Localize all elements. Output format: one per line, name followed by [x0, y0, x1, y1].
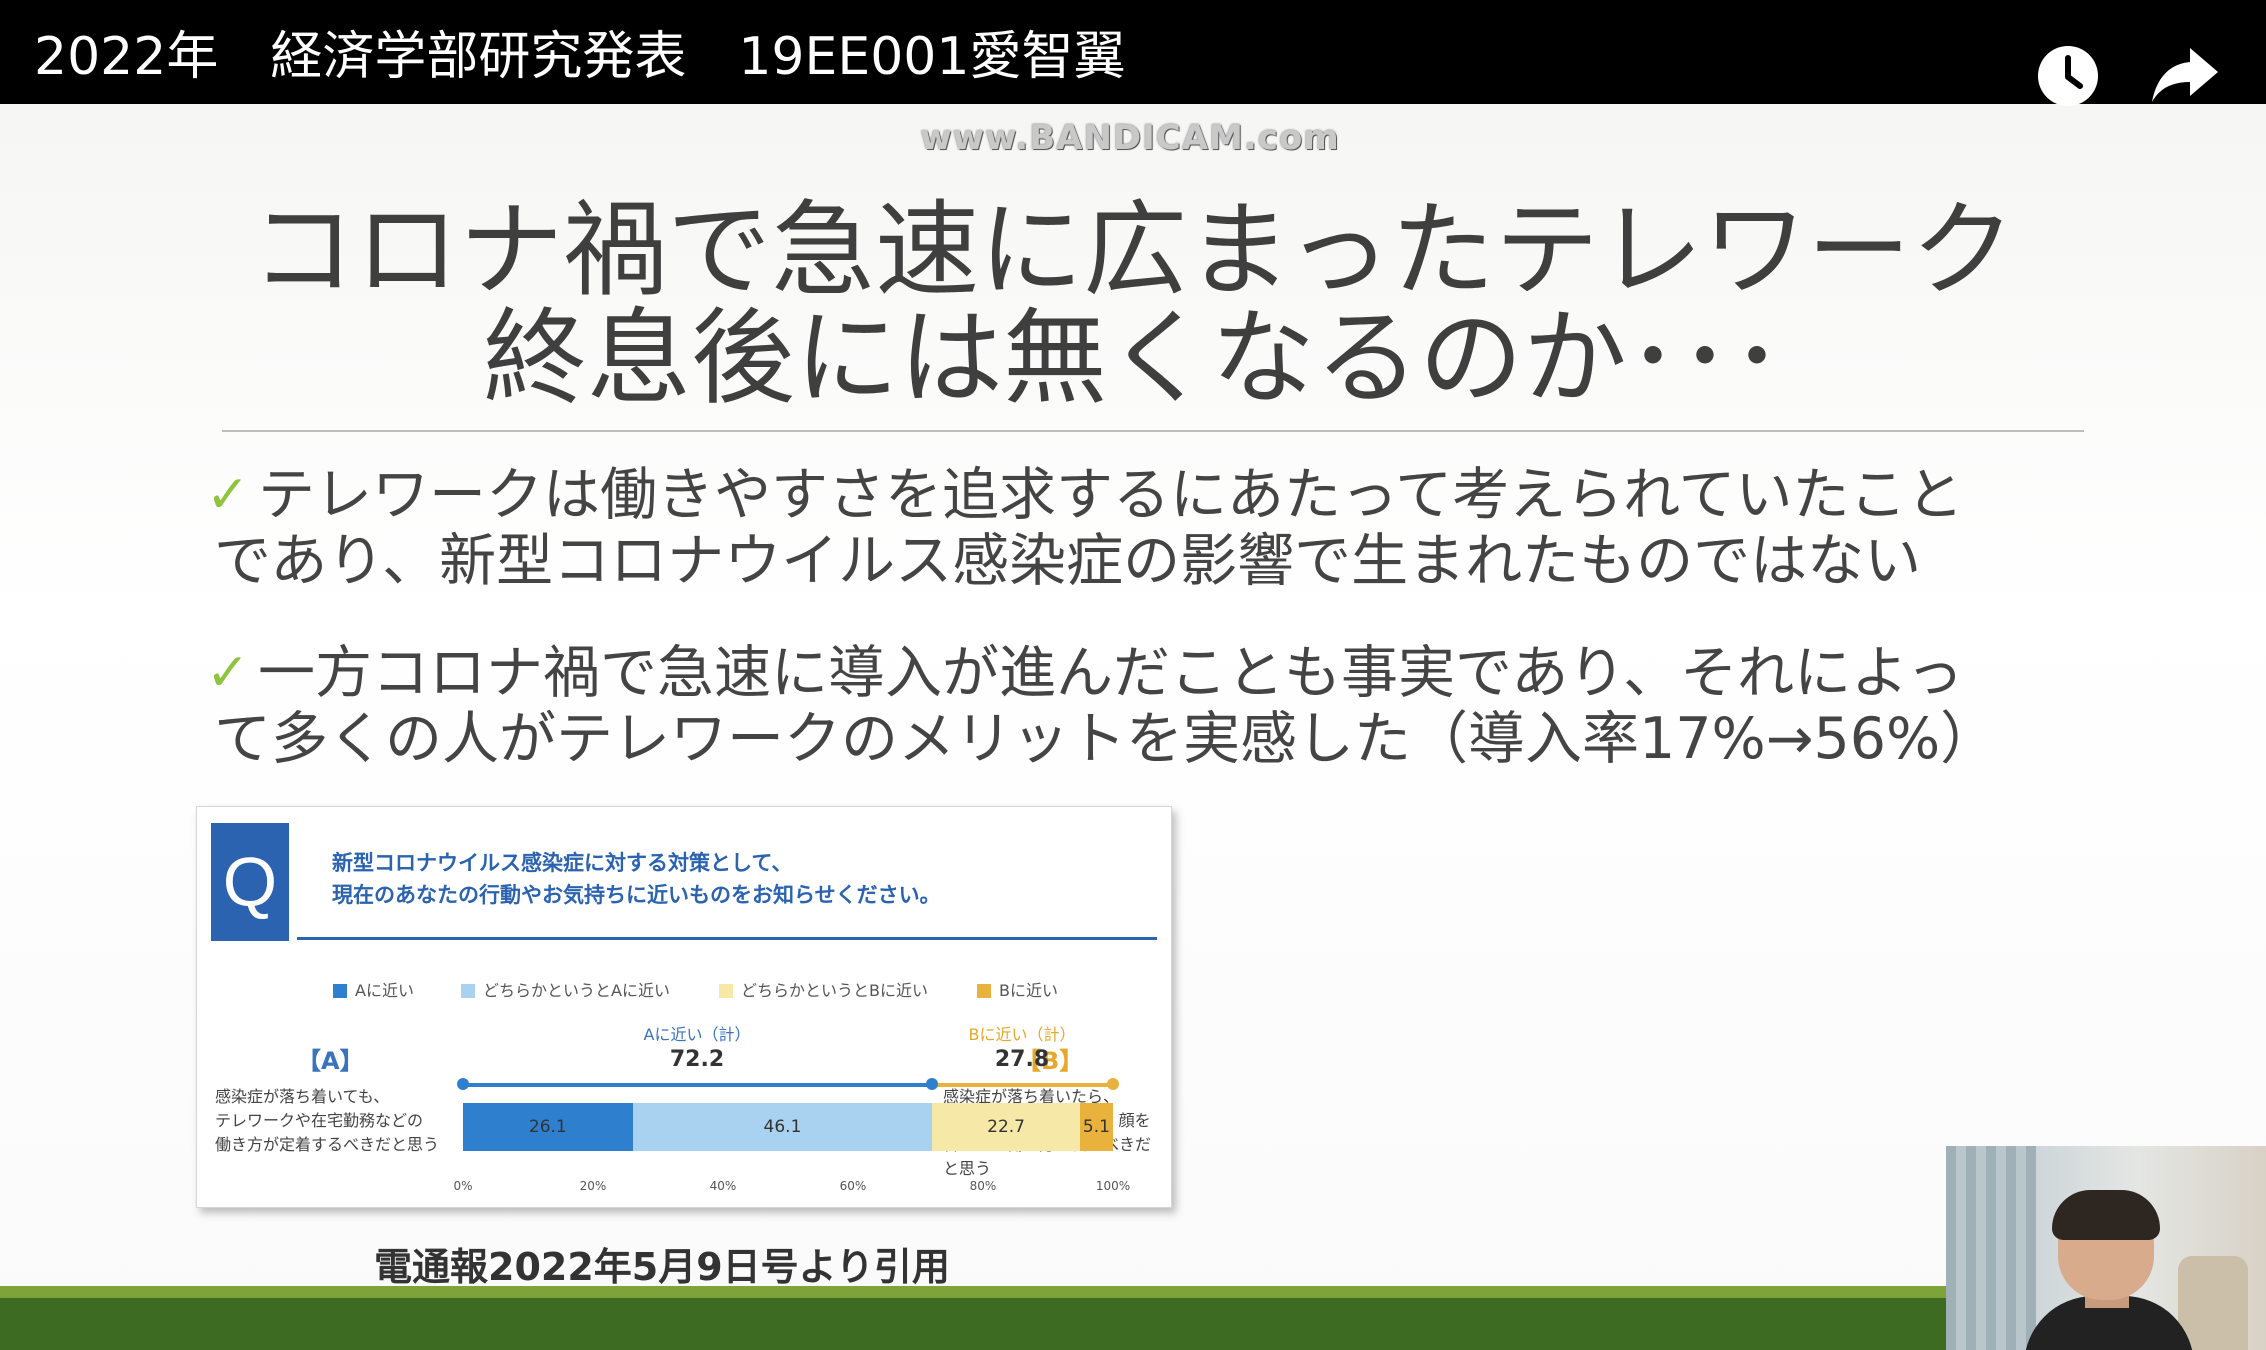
question-text: 新型コロナウイルス感染症に対する対策として、 現在のあなたの行動やお気持ちに近い… — [332, 847, 941, 911]
sum-a-bracket — [463, 1083, 933, 1087]
share-arrow-icon[interactable] — [2150, 44, 2220, 104]
legend-item-lean-a: どちらかというとAに近い — [461, 977, 670, 1001]
bullet-2-line2: て多くの人がテレワークのメリットを実感した（導入率17%→56%） — [214, 706, 1998, 772]
bar-data-label: 22.7 — [987, 1117, 1025, 1137]
footer-band — [0, 1298, 2266, 1350]
bullet-2: ✓ 一方コロナ禍で急速に導入が進んだことも事実であり、それによっ て多くの人がテ… — [206, 640, 2094, 772]
webcam-overlay — [1946, 1146, 2266, 1350]
option-a-line: 感染症が落ち着いても、 — [215, 1087, 390, 1106]
recorder-watermark: www.BANDICAM.com — [920, 118, 1340, 158]
video-frame: 2022年 経済学部研究発表 19EE001愛智翼 www.BANDICAM.c… — [0, 0, 2266, 1350]
question-badge: Q — [211, 823, 289, 941]
question-underline — [297, 937, 1157, 940]
x-tick-label: 80% — [969, 1179, 997, 1193]
option-a-description: 感染症が落ち着いても、 テレワークや在宅勤務などの 働き方が定着するべきだと思う — [215, 1085, 439, 1157]
x-tick-label: 100% — [1095, 1179, 1131, 1193]
video-title[interactable]: 2022年 経済学部研究発表 19EE001愛智翼 — [34, 30, 1125, 85]
x-tick-label: 60% — [839, 1179, 867, 1193]
sum-b-value: 27.8 — [994, 1047, 1050, 1072]
sum-a-value: 72.2 — [669, 1047, 725, 1072]
sum-b-label: Bに近い（計） — [968, 1025, 1076, 1044]
question-line1: 新型コロナウイルス感染症に対する対策として、 — [332, 851, 793, 875]
bracket-dot — [457, 1078, 469, 1090]
headline-divider — [222, 430, 2084, 432]
x-tick-label: 40% — [709, 1179, 737, 1193]
legend-label: どちらかというとBに近い — [741, 981, 928, 1000]
x-tick-label: 20% — [579, 1179, 607, 1193]
bar-segment: 46.1 — [632, 1103, 933, 1151]
slide-headline-line2: 終息後には無くなるのか･･･ — [482, 297, 1783, 419]
bar-segment: 22.7 — [932, 1103, 1080, 1151]
bar-segment: 26.1 — [463, 1103, 633, 1151]
legend-item-a: Aに近い — [333, 977, 414, 1001]
option-b-line: と思う — [943, 1159, 992, 1178]
option-a-line: 働き方が定着するべきだと思う — [215, 1135, 440, 1154]
option-a-line: テレワークや在宅勤務などの — [215, 1111, 424, 1130]
option-a-label: 【A】 — [297, 1047, 364, 1075]
check-icon: ✓ — [206, 465, 250, 525]
bar-data-label: 46.1 — [763, 1117, 802, 1137]
video-title-bar: 2022年 経済学部研究発表 19EE001愛智翼 — [0, 0, 2266, 106]
bar-segment: 5.1 — [1079, 1103, 1113, 1151]
legend-item-b: Bに近い — [977, 977, 1058, 1001]
sum-a-label: Aに近い（計） — [643, 1025, 751, 1044]
bracket-dot — [1107, 1078, 1119, 1090]
webcam-curtain — [1946, 1146, 2036, 1350]
presenter-hair — [2052, 1190, 2160, 1240]
legend-label: Aに近い — [355, 981, 414, 1000]
citation: 電通報2022年5月9日号より引用 — [374, 1245, 950, 1289]
bar-data-label: 5.1 — [1082, 1117, 1110, 1137]
bullet-1-line2: であり、新型コロナウイルス感染症の影響で生まれたものではない — [214, 528, 1922, 594]
check-icon: ✓ — [206, 643, 250, 703]
webcam-chair — [2178, 1256, 2248, 1350]
sum-b-bracket — [932, 1083, 1113, 1087]
survey-chart: Q 新型コロナウイルス感染症に対する対策として、 現在のあなたの行動やお気持ちに… — [196, 806, 1172, 1208]
bullet-1-line1: テレワークは働きやすさを追求するにあたって考えられていたこと — [258, 462, 1964, 528]
bullet-2-line1: 一方コロナ禍で急速に導入が進んだことも事実であり、それによっ — [258, 640, 1964, 706]
bar-data-label: 26.1 — [528, 1117, 567, 1137]
bullet-1: ✓ テレワークは働きやすさを追求するにあたって考えられていたこと であり、新型コ… — [206, 462, 2094, 594]
bracket-dot — [926, 1078, 939, 1090]
question-line2: 現在のあなたの行動やお気持ちに近いものをお知らせください。 — [332, 883, 941, 907]
legend-label: Bに近い — [999, 981, 1058, 1000]
legend-label: どちらかというとAに近い — [483, 981, 670, 1000]
legend-item-lean-b: どちらかというとBに近い — [719, 977, 928, 1001]
x-tick-label: 0% — [453, 1179, 473, 1193]
clock-icon[interactable] — [2036, 44, 2100, 108]
slide-headline-line1: コロナ禍で急速に広まったテレワーク — [251, 189, 2015, 311]
